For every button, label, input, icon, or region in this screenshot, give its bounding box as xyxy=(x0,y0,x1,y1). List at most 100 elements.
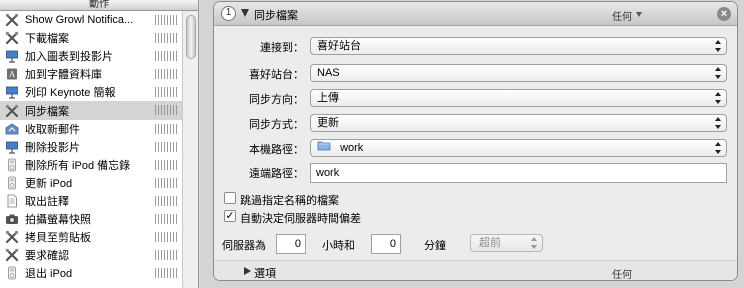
offset-direction-popup[interactable]: 超前 xyxy=(470,234,543,252)
action-item-label: 取出註釋 xyxy=(25,195,69,208)
usage-bars-icon xyxy=(155,105,179,116)
action-item[interactable]: 拍攝螢幕快照 xyxy=(0,210,198,228)
offset-direction-value: 超前 xyxy=(479,237,501,249)
action-item-label: 刪除所有 iPod 備忘錄 xyxy=(25,159,131,172)
action-item[interactable]: 刪除所有 iPod 備忘錄 xyxy=(0,156,198,174)
tools-icon xyxy=(5,13,19,27)
sync-direction-value: 上傳 xyxy=(317,92,339,104)
sync-method-popup[interactable]: 更新 xyxy=(310,114,727,132)
sync-method-row: 同步方式： 更新 xyxy=(214,114,737,132)
action-item[interactable]: 刪除投影片 xyxy=(0,138,198,156)
action-library: 動作 Show Growl Notifica... 下載檔案加入圖表到投影片 A 加到… xyxy=(0,0,199,288)
font-book-icon: A xyxy=(5,67,19,81)
action-item[interactable]: A 加到字體資料庫 xyxy=(0,65,198,83)
usage-bars-icon xyxy=(155,214,179,225)
action-list: Show Growl Notifica... 下載檔案加入圖表到投影片 A 加到字體資… xyxy=(0,11,198,282)
workflow-area: 1 同步檔案 任何 × 連接到： 喜好站台 喜好站台： NAS 同步方向： 上傳 xyxy=(200,0,744,288)
action-item[interactable]: 拷貝至剪貼板 xyxy=(0,228,198,246)
action-list-scrollbar[interactable] xyxy=(182,11,198,288)
step-number-badge: 1 xyxy=(221,6,236,21)
usage-bars-icon xyxy=(155,232,179,243)
favorite-site-value: NAS xyxy=(317,67,340,79)
action-item-label: 列印 Keynote 簡報 xyxy=(25,87,116,100)
popup-arrows-icon xyxy=(715,67,722,79)
keynote-icon xyxy=(5,140,19,154)
input-type-arrow-icon[interactable] xyxy=(636,12,642,17)
action-item[interactable]: 取出註釋 xyxy=(0,192,198,210)
usage-bars-icon xyxy=(155,268,179,279)
action-item[interactable]: 要求確認 xyxy=(0,246,198,264)
auto-offset-label[interactable]: 自動決定伺服器時間偏差 xyxy=(240,210,361,226)
sync-direction-label: 同步方向： xyxy=(249,94,304,106)
action-item[interactable]: 同步檔案 xyxy=(0,101,198,120)
action-item-label: 拍攝螢幕快照 xyxy=(25,214,91,227)
options-toggle[interactable]: 選項 xyxy=(254,265,276,280)
favorite-site-popup[interactable]: NAS xyxy=(310,64,727,82)
action-item[interactable]: 列印 Keynote 簡報 xyxy=(0,83,198,101)
remote-path-row: 遠端路徑： work xyxy=(214,163,737,183)
usage-bars-icon xyxy=(155,195,179,206)
hours-field[interactable]: 0 xyxy=(276,234,306,254)
popup-arrows-icon xyxy=(715,92,722,104)
usage-bars-icon xyxy=(155,177,179,188)
action-item-label: 收取新郵件 xyxy=(25,123,80,136)
skip-files-label[interactable]: 跳過指定名稱的檔案 xyxy=(240,192,339,208)
input-type-menu[interactable]: 任何 xyxy=(612,8,632,23)
sync-direction-popup[interactable]: 上傳 xyxy=(310,89,727,107)
tools-icon xyxy=(5,248,19,262)
keynote-icon xyxy=(5,85,19,100)
action-item-label: 下載檔案 xyxy=(25,33,69,46)
popup-arrows-icon xyxy=(715,117,722,129)
connect-popup-value: 喜好站台 xyxy=(317,40,361,52)
document-icon xyxy=(5,194,19,208)
action-item[interactable]: 更新 iPod xyxy=(0,174,198,192)
camera-icon xyxy=(5,212,19,226)
connect-label: 連接到： xyxy=(260,42,304,54)
minutes-label: 分鐘 xyxy=(424,240,446,252)
action-item-label: 加入圖表到投影片 xyxy=(25,51,113,64)
scroll-thumb[interactable] xyxy=(186,15,196,59)
action-column-header[interactable]: 動作 xyxy=(0,0,198,11)
action-item-label: 加到字體資料庫 xyxy=(25,69,102,82)
usage-bars-icon xyxy=(155,51,179,62)
action-item-label: 更新 iPod xyxy=(25,177,73,190)
connect-row: 連接到： 喜好站台 xyxy=(214,37,737,55)
action-item[interactable]: 加入圖表到投影片 xyxy=(0,47,198,65)
svg-text:A: A xyxy=(8,70,15,79)
usage-bars-icon xyxy=(155,69,179,80)
collapse-triangle-icon[interactable] xyxy=(241,9,249,17)
hours-label: 小時和 xyxy=(322,240,355,252)
action-item[interactable]: 下載檔案 xyxy=(0,29,198,47)
action-item-label: 刪除投影片 xyxy=(25,141,80,154)
sync-files-action-panel: 1 同步檔案 任何 × 連接到： 喜好站台 喜好站台： NAS 同步方向： 上傳 xyxy=(213,1,738,281)
action-item[interactable]: Show Growl Notifica... xyxy=(0,11,198,29)
favorite-site-row: 喜好站台： NAS xyxy=(214,64,737,82)
skip-files-checkbox[interactable] xyxy=(224,192,236,204)
action-item[interactable]: 收取新郵件 xyxy=(0,120,198,138)
action-item[interactable]: 退出 iPod xyxy=(0,264,198,282)
action-item-label: 要求確認 xyxy=(25,250,69,263)
action-title: 同步檔案 xyxy=(254,10,298,22)
local-path-popup[interactable]: work xyxy=(310,139,727,157)
usage-bars-icon xyxy=(155,141,179,152)
local-path-row: 本機路徑： work xyxy=(214,139,737,157)
disclosure-triangle-icon[interactable] xyxy=(244,267,251,275)
output-type-label: 任何 xyxy=(612,270,632,281)
server-offset-label: 伺服器為 xyxy=(222,240,266,252)
action-item-label: 拷貝至剪貼板 xyxy=(25,232,91,245)
local-path-value: work xyxy=(340,142,364,154)
close-action-button[interactable]: × xyxy=(717,7,731,21)
action-item-label: 退出 iPod xyxy=(25,268,73,281)
tools-icon xyxy=(5,230,19,244)
connect-popup[interactable]: 喜好站台 xyxy=(310,37,727,55)
server-offset-row: 伺服器為 0 小時和 0 分鐘 超前 xyxy=(214,234,737,254)
ipod-icon xyxy=(5,176,19,190)
mail-icon xyxy=(5,122,19,136)
auto-offset-checkbox[interactable]: ✓ xyxy=(224,210,236,222)
popup-arrows-icon xyxy=(531,237,538,249)
folder-icon xyxy=(317,140,332,156)
sync-method-label: 同步方式： xyxy=(249,119,304,131)
action-panel-header: 1 同步檔案 任何 × xyxy=(214,2,737,26)
remote-path-field[interactable]: work xyxy=(310,163,727,183)
minutes-field[interactable]: 0 xyxy=(371,234,401,254)
